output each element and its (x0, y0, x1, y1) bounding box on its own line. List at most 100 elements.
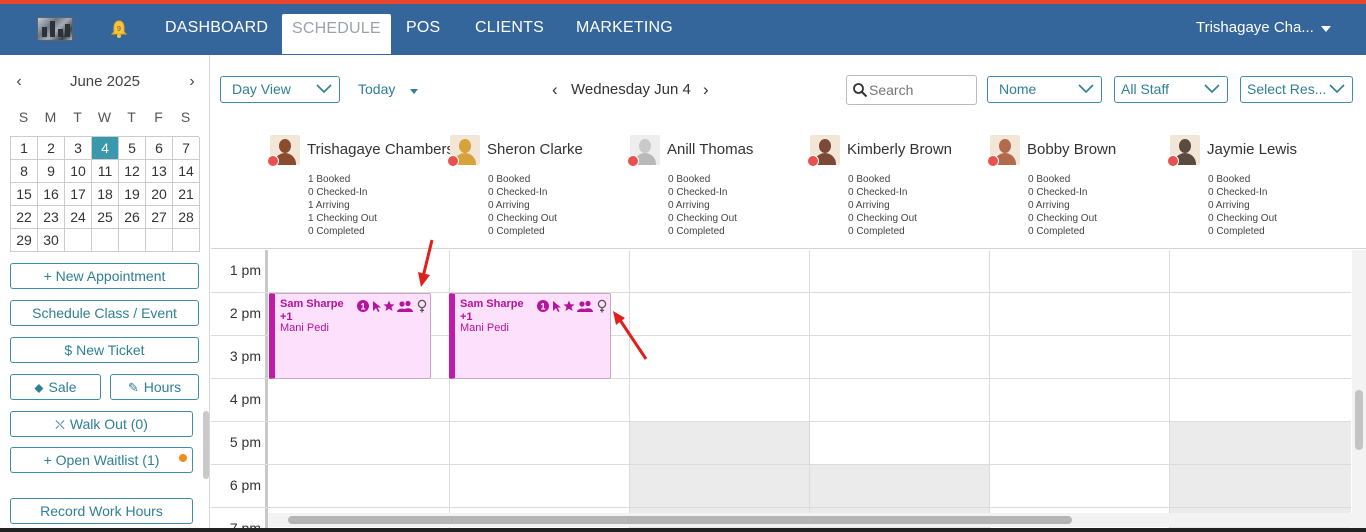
calendar-day[interactable]: 16 (38, 183, 65, 206)
stat-checking-out: 0 Checking Out (1028, 213, 1097, 224)
record-work-hours-button[interactable]: Record Work Hours (10, 498, 193, 524)
appointment-service: Mani Pedi (280, 322, 329, 334)
calendar-day[interactable]: 28 (173, 206, 200, 229)
resource-select[interactable]: Select Res... (1240, 76, 1353, 103)
schedule-class-button[interactable]: Schedule Class / Event (10, 300, 199, 326)
staff-name: Sheron Clarke (487, 141, 583, 158)
calendar-day[interactable]: 13 (146, 160, 173, 183)
sidebar-scrollbar[interactable] (203, 411, 209, 479)
calendar-day[interactable]: 19 (119, 183, 146, 206)
notification-dot (179, 454, 187, 462)
calendar-day[interactable]: 7 (173, 137, 200, 160)
staff-name: Anill Thomas (667, 141, 754, 158)
staff-column-header[interactable]: Kimberly Brown 0 Booked 0 Checked-In 0 Arri… (807, 135, 990, 245)
view-select[interactable]: Day View (220, 76, 340, 103)
calendar-day[interactable]: 29 (11, 229, 38, 252)
user-menu[interactable]: Trishagaye Cha... (1196, 4, 1314, 55)
calendar-day[interactable]: 4 (92, 137, 119, 160)
staff-column-header[interactable]: Jaymie Lewis 0 Booked 0 Checked-In 0 Arrivi… (1167, 135, 1350, 245)
calendar-day[interactable]: 5 (119, 137, 146, 160)
nav-dashboard[interactable]: DASHBOARD (165, 4, 268, 55)
staff-name: Kimberly Brown (847, 141, 953, 158)
open-waitlist-button[interactable]: + Open Waitlist (1) (10, 447, 193, 473)
new-ticket-button[interactable]: $ New Ticket (10, 337, 199, 363)
calendar-day[interactable]: 20 (146, 183, 173, 206)
nav-clients[interactable]: CLIENTS (475, 4, 544, 55)
calendar-day[interactable]: 3 (65, 137, 92, 160)
stat-booked: 1 Booked (308, 174, 351, 185)
staff-column-header[interactable]: Bobby Brown 0 Booked 0 Checked-In 0 Arrivin… (987, 135, 1170, 245)
staff-column-header[interactable]: Anill Thomas 0 Booked 0 Checked-In 0 Arrivi… (627, 135, 810, 245)
appointment-card[interactable]: Sam Sharpe +1 Mani Pedi 1 (269, 293, 431, 379)
filter-none-select[interactable]: Nome (987, 76, 1102, 103)
staff-column-header[interactable]: Sheron Clarke 0 Booked 0 Checked-In 0 Arriv… (447, 135, 630, 245)
calendar-day[interactable]: 21 (173, 183, 200, 206)
today-button[interactable]: Today (358, 76, 395, 103)
caret-down-icon[interactable] (410, 89, 418, 94)
logo-image[interactable] (37, 17, 73, 41)
calendar-day[interactable]: 17 (65, 183, 92, 206)
calendar-day[interactable]: 10 (65, 160, 92, 183)
calendar-day[interactable]: 6 (146, 137, 173, 160)
calendar-day[interactable]: 2 (38, 137, 65, 160)
calendar-grid: 1 2 3 4 5 6 7 8 9 10 11 12 13 14 15 16 17 18 19 20 21 22 23 24 2… (10, 136, 200, 252)
hours-button[interactable]: ✎ Hours (110, 374, 199, 400)
appointment-client: Sam Sharpe (460, 298, 524, 310)
chevron-right-icon[interactable]: › (183, 73, 201, 91)
calendar-empty-cell (119, 229, 146, 252)
calendar-day[interactable]: 11 (92, 160, 119, 183)
time-label: 1 pm (229, 262, 261, 278)
stat-checked-in: 0 Checked-In (848, 187, 908, 198)
calendar-day[interactable]: 14 (173, 160, 200, 183)
appointment-client: Sam Sharpe (280, 298, 344, 310)
svg-text:9: 9 (117, 26, 121, 33)
appointment-card[interactable]: Sam Sharpe +1 Mani Pedi 1 (449, 293, 611, 379)
calendar-day[interactable]: 18 (92, 183, 119, 206)
calendar-day[interactable]: 24 (65, 206, 92, 229)
prev-day-icon[interactable]: ‹ (552, 76, 558, 103)
staff-name: Trishagaye Chambers (307, 141, 455, 158)
calendar-day[interactable]: 27 (146, 206, 173, 229)
column-divider (989, 250, 990, 532)
calendar-day[interactable]: 25 (92, 206, 119, 229)
calendar-day[interactable]: 8 (11, 160, 38, 183)
stat-arriving: 0 Arriving (488, 200, 530, 211)
nav-marketing[interactable]: MARKETING (576, 4, 673, 55)
staff-filter-value: All Staff (1121, 81, 1169, 97)
next-day-icon[interactable]: › (703, 76, 709, 103)
horizontal-scrollbar-thumb[interactable] (288, 516, 1072, 524)
calendar-day[interactable]: 30 (38, 229, 65, 252)
sale-button[interactable]: ⬥ Sale (10, 374, 101, 400)
calendar-day[interactable]: 23 (38, 206, 65, 229)
pencil-icon: ✎ (127, 380, 139, 395)
calendar-day[interactable]: 9 (38, 160, 65, 183)
vertical-scrollbar-thumb[interactable] (1355, 390, 1363, 450)
weekday-label: W (97, 109, 112, 125)
horizontal-scrollbar[interactable] (268, 513, 1352, 527)
search-box[interactable] (846, 75, 977, 105)
chevron-down-icon[interactable] (1321, 26, 1331, 32)
calendar-day[interactable]: 15 (11, 183, 38, 206)
staff-stats: 0 Booked 0 Checked-In 0 Arriving 0 Checking… (668, 173, 737, 238)
calendar-weekdays: S M T W T F S (10, 109, 199, 125)
staff-column-header[interactable]: Trishagaye Chambers 1 Booked 0 Checked-In 1… (267, 135, 454, 245)
nav-pos[interactable]: POS (406, 4, 440, 55)
new-appointment-button[interactable]: + New Appointment (10, 263, 199, 289)
calendar-day[interactable]: 26 (119, 206, 146, 229)
calendar-day[interactable]: 22 (11, 206, 38, 229)
calendar-empty-cell (92, 229, 119, 252)
schedule-grid: 1 pm 2 pm 3 pm 4 pm 5 pm 6 pm 7 pm Sam Sharpe +… (211, 250, 1351, 532)
column-divider (1169, 250, 1170, 532)
chevron-down-icon (1078, 84, 1094, 94)
staff-filter-select[interactable]: All Staff (1114, 76, 1228, 103)
walk-out-button[interactable]: ⛌ Walk Out (0) (10, 411, 193, 437)
calendar-day[interactable]: 12 (119, 160, 146, 183)
bell-icon[interactable]: 9 (110, 19, 128, 39)
chevron-down-icon (1329, 84, 1345, 94)
nav-schedule[interactable]: SCHEDULE (282, 14, 391, 54)
search-input[interactable] (869, 80, 969, 100)
calendar-empty-cell (173, 229, 200, 252)
calendar-day[interactable]: 1 (11, 137, 38, 160)
view-select-value: Day View (232, 81, 291, 97)
vertical-scrollbar[interactable] (1352, 250, 1366, 532)
